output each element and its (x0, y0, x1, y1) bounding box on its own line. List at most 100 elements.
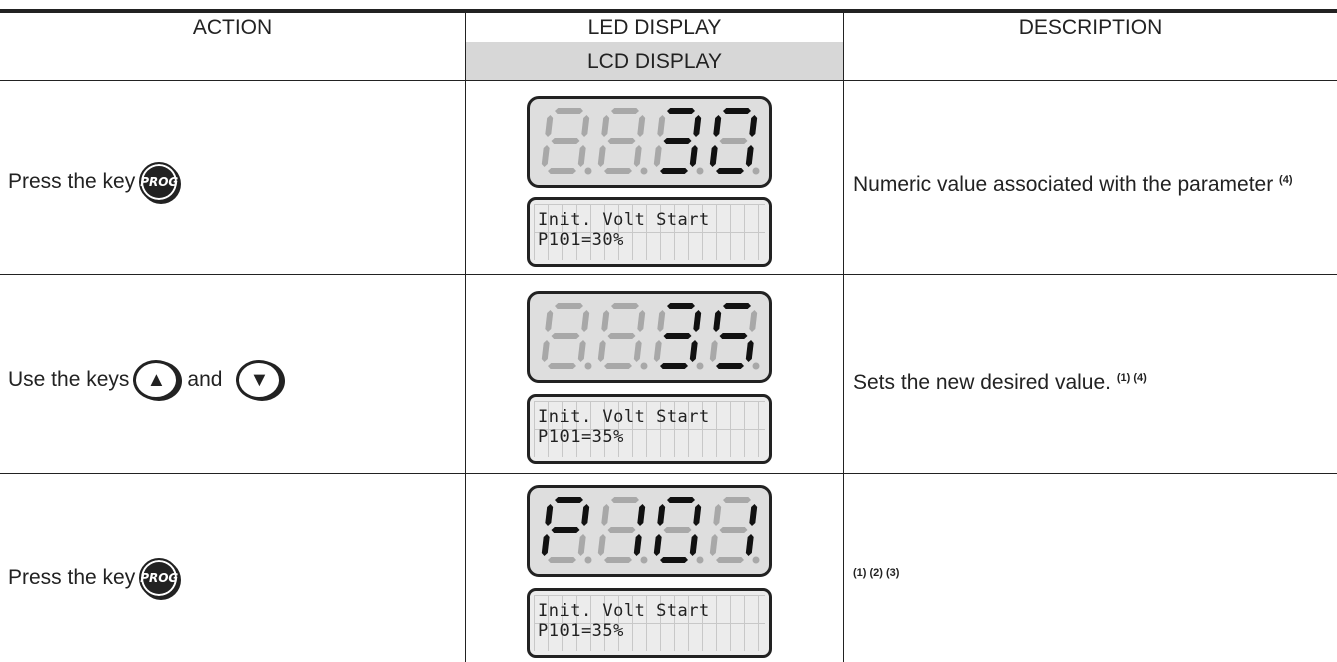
led-decimal-point (584, 556, 592, 564)
led-segment (601, 310, 610, 332)
led-segment (577, 340, 586, 362)
led-digits (541, 108, 760, 175)
led-segment (541, 340, 550, 362)
led-segment (581, 115, 590, 137)
description-row-3: (1) (2) (3) (853, 556, 1323, 587)
led-segment (577, 534, 586, 556)
led-digit (597, 497, 648, 564)
led-digits (541, 497, 760, 564)
action-text: Use the keys (8, 368, 130, 391)
led-segment (611, 108, 639, 114)
led-segment (601, 115, 610, 137)
led-decimal-point (640, 362, 648, 370)
led-segment (713, 115, 722, 137)
led-decimal-point (584, 362, 592, 370)
led-decimal-point (696, 362, 704, 370)
lcd-display: Init. Volt Start P101=35% (527, 394, 772, 464)
led-segment (607, 527, 636, 533)
led-segment (663, 138, 692, 144)
led-segment (693, 115, 702, 137)
led-segment (653, 340, 662, 362)
led-segment (604, 557, 632, 563)
led-segment (719, 138, 748, 144)
led-segment (709, 534, 718, 556)
led-segment (693, 310, 702, 332)
header-led-display: LED DISPLAY (587, 16, 722, 39)
led-segment (667, 497, 695, 503)
led-segment (633, 340, 642, 362)
prog-key-icon[interactable]: PROG (139, 162, 180, 202)
led-segment (716, 168, 744, 174)
led-segment (723, 108, 751, 114)
down-arrow-icon: ▼ (249, 369, 270, 391)
led-segment (745, 340, 754, 362)
led-segment (577, 145, 586, 167)
action-row-1: Press the key PROG (8, 162, 180, 202)
lcd-display: Init. Volt Start P101=35% (527, 588, 772, 658)
lcd-line-2: P101=35% (538, 427, 624, 447)
led-segment (657, 504, 666, 526)
led-segment (601, 504, 610, 526)
top-rule (0, 9, 1337, 13)
header-description: DESCRIPTION (1018, 16, 1163, 39)
description-row-1: Numeric value associated with the parame… (853, 166, 1323, 199)
led-digits (541, 303, 760, 370)
led-segment (663, 333, 692, 339)
header-action: ACTION (192, 16, 273, 39)
led-segment (633, 145, 642, 167)
up-arrow-key[interactable]: ▲ (133, 360, 180, 400)
led-segment (551, 527, 580, 533)
led-segment (745, 145, 754, 167)
led-digit (597, 108, 648, 175)
led-digit (541, 303, 592, 370)
action-row-2: Use the keys ▲ and ▼ (8, 360, 283, 400)
led-segment (597, 534, 606, 556)
led-segment (657, 310, 666, 332)
led-display (527, 96, 772, 188)
led-segment (597, 145, 606, 167)
led-segment (713, 504, 722, 526)
description-notes: (1) (4) (1116, 372, 1147, 384)
row-divider-1 (0, 80, 1337, 81)
action-row-3: Press the key PROG (8, 558, 180, 598)
led-segment (719, 333, 748, 339)
led-segment (660, 363, 688, 369)
description-row-2: Sets the new desired value. (1) (4) (853, 364, 1323, 397)
led-segment (709, 340, 718, 362)
column-divider-1 (465, 13, 466, 662)
led-segment (719, 527, 748, 533)
prog-key-icon[interactable]: PROG (139, 558, 180, 598)
led-segment (637, 115, 646, 137)
led-digit (541, 108, 592, 175)
led-digit (653, 497, 704, 564)
led-segment (548, 557, 576, 563)
led-digit (653, 303, 704, 370)
led-segment (653, 534, 662, 556)
led-segment (607, 138, 636, 144)
led-segment (663, 527, 692, 533)
led-segment (581, 504, 590, 526)
description-text: Numeric value associated with the parame… (853, 173, 1274, 196)
led-segment (657, 115, 666, 137)
led-decimal-point (696, 556, 704, 564)
led-segment (637, 504, 646, 526)
led-segment (716, 557, 744, 563)
action-text: Press the key (8, 170, 136, 193)
led-display (527, 291, 772, 383)
led-segment (545, 310, 554, 332)
led-segment (551, 333, 580, 339)
led-decimal-point (752, 167, 760, 175)
led-segment (745, 534, 754, 556)
led-segment (555, 303, 583, 309)
led-segment (713, 310, 722, 332)
led-decimal-point (752, 556, 760, 564)
led-segment (667, 108, 695, 114)
led-decimal-point (584, 167, 592, 175)
row-divider-2 (0, 274, 1337, 275)
led-segment (660, 168, 688, 174)
lcd-display: Init. Volt Start P101=30% (527, 197, 772, 267)
down-arrow-key[interactable]: ▼ (236, 360, 283, 400)
led-segment (723, 497, 751, 503)
led-segment (551, 138, 580, 144)
led-segment (709, 145, 718, 167)
